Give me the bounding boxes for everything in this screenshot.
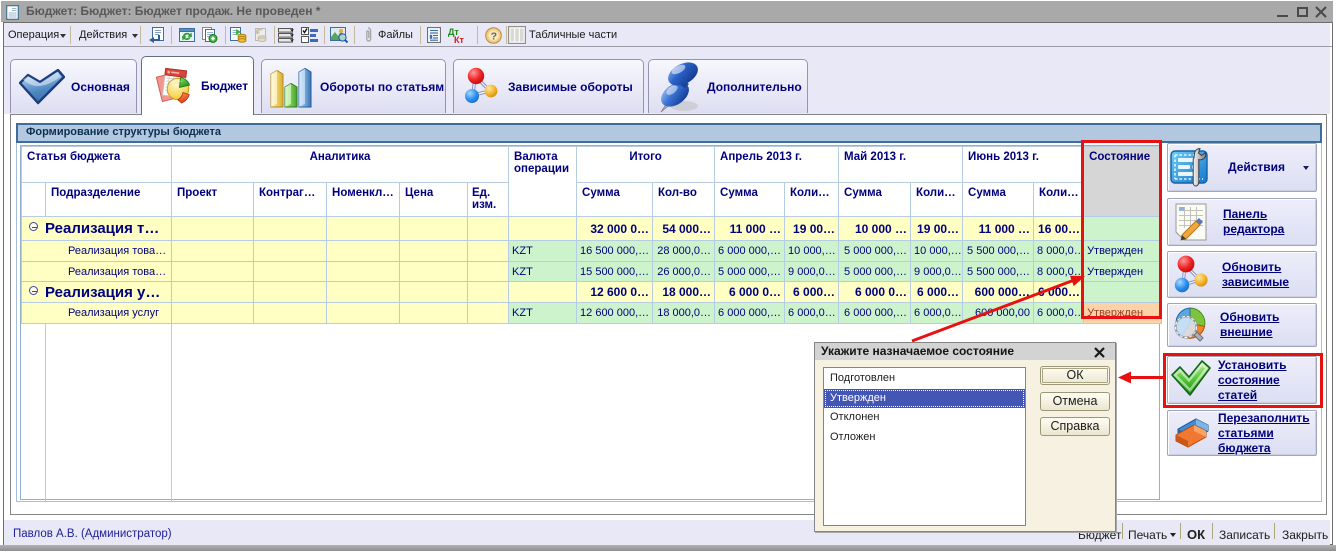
svg-text:?: ? — [491, 31, 497, 43]
svg-text:Кт: Кт — [454, 35, 464, 44]
